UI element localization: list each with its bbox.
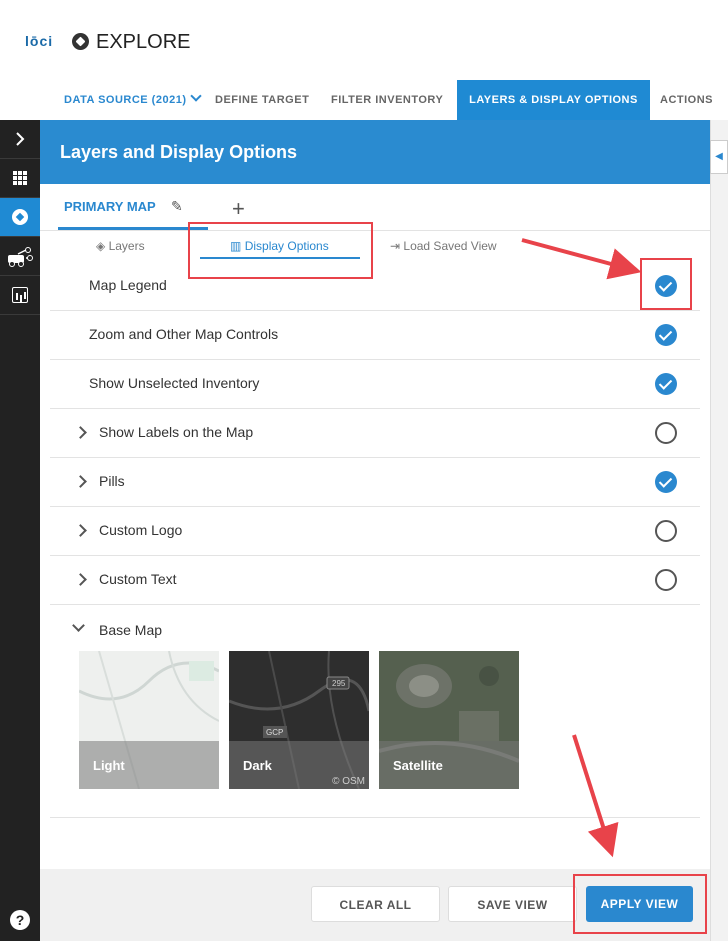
option-label: Map Legend <box>89 277 167 293</box>
compass-icon <box>12 209 28 225</box>
highlight-map-legend-check <box>640 258 692 310</box>
unchecked-circle-icon[interactable] <box>655 520 677 542</box>
map-tabs: PRIMARY MAP ✎ + <box>40 184 710 231</box>
chevron-right-icon[interactable] <box>74 475 87 488</box>
unchecked-circle-icon[interactable] <box>655 569 677 591</box>
pencil-icon[interactable]: ✎ <box>171 198 183 215</box>
main-nav: DATA SOURCE (2021) DEFINE TARGET FILTER … <box>0 80 728 120</box>
tab-load-saved-view[interactable]: ⇥ Load Saved View <box>390 239 497 253</box>
add-map-tab-button[interactable]: + <box>232 196 245 222</box>
option-row-custom-logo[interactable]: Custom Logo <box>50 507 700 556</box>
option-row-unselected-inventory[interactable]: Show Unselected Inventory <box>50 360 700 409</box>
tab-define-target[interactable]: DEFINE TARGET <box>215 80 309 120</box>
option-label: Base Map <box>99 622 163 638</box>
display-options-list: Map Legend Zoom and Other Map Controls S… <box>50 262 700 818</box>
check-icon[interactable] <box>655 324 677 346</box>
option-label: Show Unselected Inventory <box>89 375 260 391</box>
tab-filter-inventory[interactable]: FILTER INVENTORY <box>331 80 443 120</box>
option-row-pills[interactable]: Pills <box>50 458 700 507</box>
chevron-right-icon <box>16 132 25 146</box>
option-label: Zoom and Other Map Controls <box>89 326 279 342</box>
place-label: GCP <box>266 728 283 737</box>
thumb-caption: Satellite <box>379 741 519 789</box>
sidebar-item-grid[interactable] <box>0 159 40 198</box>
option-row-show-labels[interactable]: Show Labels on the Map <box>50 409 700 458</box>
chevron-down-icon <box>190 90 203 102</box>
chevron-right-icon[interactable] <box>74 426 87 439</box>
unchecked-circle-icon[interactable] <box>655 422 677 444</box>
option-row-custom-text[interactable]: Custom Text <box>50 556 700 605</box>
loci-logo[interactable]: lōci <box>25 33 53 49</box>
collapse-panel-button[interactable]: ◀ <box>710 140 728 174</box>
clear-all-button[interactable]: CLEAR ALL <box>311 886 440 922</box>
option-row-map-legend[interactable]: Map Legend <box>50 262 700 311</box>
base-map-light[interactable]: Light <box>79 651 219 789</box>
help-icon[interactable]: ? <box>10 910 30 930</box>
top-bar: lōci EXPLORE <box>0 0 728 80</box>
osm-attribution: © OSM <box>332 776 365 787</box>
tab-layers[interactable]: ◈ Layers <box>96 239 145 253</box>
tab-load-saved-view-label: Load Saved View <box>403 239 497 253</box>
option-label: Custom Text <box>99 571 177 587</box>
page-title: EXPLORE <box>96 31 191 53</box>
tab-data-source[interactable]: DATA SOURCE (2021) <box>64 80 203 120</box>
tab-actions[interactable]: ACTIONS <box>660 80 713 120</box>
check-icon[interactable] <box>655 373 677 395</box>
grid-icon <box>13 171 27 185</box>
chevron-down-icon[interactable] <box>72 619 85 632</box>
route-icon <box>8 247 33 267</box>
chevron-right-icon[interactable] <box>74 524 87 537</box>
sidebar-item-explore[interactable] <box>0 198 40 237</box>
highway-label: 295 <box>332 679 346 688</box>
tab-layers-label: Layers <box>108 239 145 253</box>
option-label: Show Labels on the Map <box>99 424 254 440</box>
highlight-display-options <box>188 222 373 279</box>
expand-sidebar-button[interactable] <box>0 120 40 159</box>
option-row-zoom-controls[interactable]: Zoom and Other Map Controls <box>50 311 700 360</box>
base-map-dark[interactable]: 295 GCP Dark © OSM <box>229 651 369 789</box>
thumb-label: Dark <box>243 758 272 773</box>
thumb-label: Light <box>93 758 125 773</box>
layers-icon: ◈ <box>96 239 106 253</box>
option-label: Pills <box>99 473 125 489</box>
chevron-right-icon[interactable] <box>74 573 87 586</box>
bar-chart-icon <box>12 287 28 303</box>
option-row-base-map: Base Map Light 295 GCP Dark © OSM Satell… <box>50 605 700 818</box>
tab-data-source-label: DATA SOURCE (2021) <box>64 94 187 106</box>
compass-icon <box>72 33 89 50</box>
option-label: Custom Logo <box>99 522 183 538</box>
panel-header: Layers and Display Options <box>40 120 710 184</box>
thumb-caption: Light <box>79 741 219 789</box>
load-icon: ⇥ <box>390 239 401 253</box>
check-icon[interactable] <box>655 471 677 493</box>
tab-primary-map[interactable]: PRIMARY MAP <box>64 199 156 214</box>
base-map-satellite[interactable]: Satellite <box>379 651 519 789</box>
sidebar-item-analytics[interactable] <box>0 276 40 315</box>
map-strip[interactable] <box>710 120 728 941</box>
tab-layers-display-options[interactable]: LAYERS & DISPLAY OPTIONS <box>457 80 650 120</box>
panel-title: Layers and Display Options <box>60 142 298 162</box>
left-sidebar <box>0 120 40 941</box>
sidebar-item-routes[interactable] <box>0 237 40 276</box>
save-view-button[interactable]: SAVE VIEW <box>448 886 577 922</box>
thumb-label: Satellite <box>393 758 443 773</box>
highlight-apply-view <box>573 874 707 934</box>
view-tabs: ◈ Layers ▥ Display Options ⇥ Load Saved … <box>40 230 710 264</box>
